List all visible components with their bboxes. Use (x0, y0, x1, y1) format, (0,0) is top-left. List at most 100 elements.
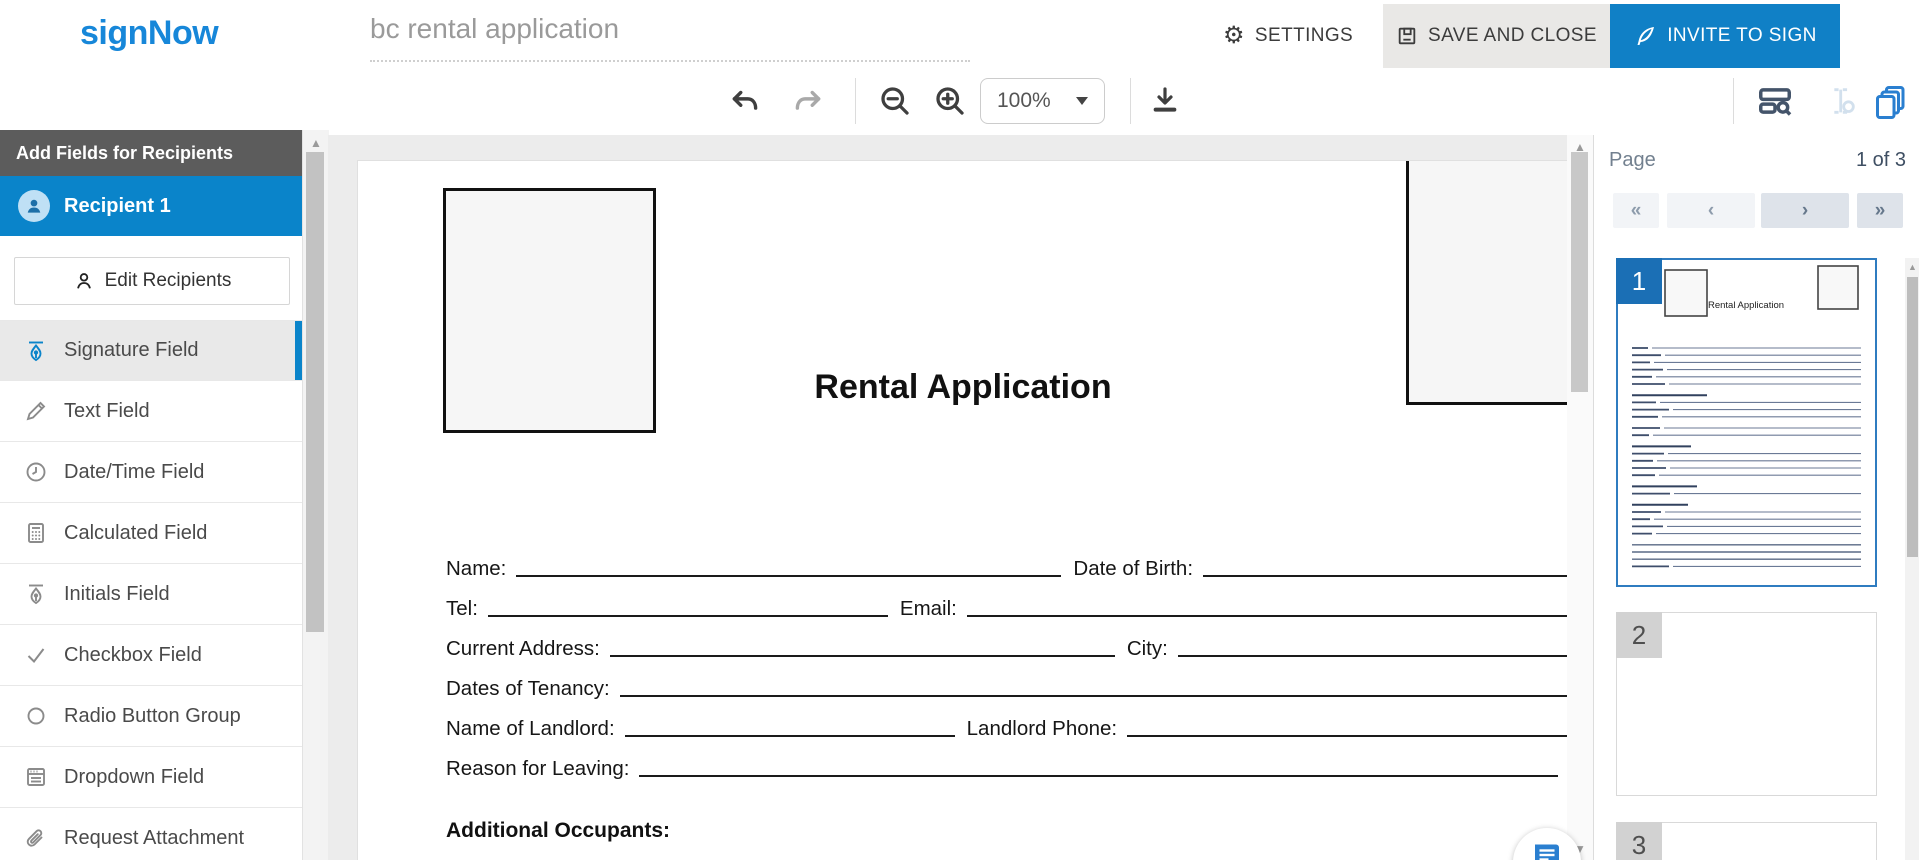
previous-page-button[interactable]: ‹ (1667, 193, 1755, 228)
top-bar: signNow bc rental application ⚙ SETTINGS… (0, 0, 1919, 69)
form-label: Name: (446, 557, 516, 581)
invite-to-sign-label: INVITE TO SIGN (1667, 25, 1817, 47)
fields-sidebar: Add Fields for Recipients Recipient 1 Ed… (0, 130, 302, 860)
field-item-radio-group[interactable]: Radio Button Group (0, 686, 302, 747)
zoom-in-button[interactable] (928, 79, 972, 123)
field-item-label: Checkbox Field (64, 644, 202, 667)
document-viewport: Rental Application Name: Date of Birth: … (328, 135, 1593, 860)
panel-scrollbar-thumb[interactable] (1907, 277, 1918, 557)
blank-line (967, 614, 1569, 617)
section-heading: Additional Occupants: (446, 819, 670, 843)
field-item-initials[interactable]: Initials Field (0, 564, 302, 625)
radio-circle-icon (24, 704, 48, 728)
field-item-label: Initials Field (64, 583, 170, 606)
form-label: Current Address: (446, 637, 610, 661)
field-item-label: Radio Button Group (64, 705, 241, 728)
blank-line (488, 614, 888, 617)
field-item-request-attachment[interactable]: Request Attachment (0, 808, 302, 860)
field-item-datetime[interactable]: Date/Time Field (0, 442, 302, 503)
sidebar-header: Add Fields for Recipients (0, 130, 302, 176)
field-item-label: Signature Field (64, 339, 199, 362)
form-label: Name of Landlord: (446, 717, 625, 741)
blank-line (516, 574, 1061, 577)
scrollbar-up-arrow[interactable]: ▲ (303, 130, 329, 150)
edit-recipients-button[interactable]: Edit Recipients (14, 257, 290, 305)
field-item-label: Date/Time Field (64, 461, 204, 484)
recipient-label: Recipient 1 (64, 195, 171, 218)
initials-pen-icon (24, 582, 48, 606)
gear-icon: ⚙ (1223, 24, 1245, 48)
settings-label: SETTINGS (1255, 25, 1353, 47)
last-page-button[interactable]: » (1857, 193, 1903, 228)
edit-recipients-label: Edit Recipients (105, 270, 232, 292)
field-item-dropdown[interactable]: Dropdown Field (0, 747, 302, 808)
zoom-level-dropdown[interactable]: 100% (980, 78, 1105, 124)
blank-line (620, 694, 1569, 697)
page-thumbnail-1[interactable]: Rental Application (1616, 258, 1877, 587)
active-accent-bar (295, 321, 302, 380)
form-label: Email: (888, 597, 967, 621)
invite-to-sign-button[interactable]: INVITE TO SIGN (1610, 4, 1840, 68)
field-item-label: Request Attachment (64, 827, 244, 850)
recipient-avatar-icon (18, 190, 50, 222)
form-label: Landlord Phone: (955, 717, 1127, 741)
field-item-signature[interactable]: Signature Field (0, 320, 302, 381)
calculator-icon (24, 521, 48, 545)
form-label: City: (1115, 637, 1178, 661)
form-label: Reason for Leaving: (446, 757, 639, 781)
form-label: Date of Birth: (1061, 557, 1203, 581)
clock-icon (24, 460, 48, 484)
undo-button[interactable] (723, 79, 767, 123)
zoom-out-button[interactable] (873, 79, 917, 123)
field-finder-button[interactable] (1752, 79, 1798, 123)
download-button[interactable] (1143, 79, 1187, 123)
page-count: 1 of 3 (1594, 149, 1906, 172)
document-page-1[interactable]: Rental Application Name: Date of Birth: … (357, 160, 1569, 860)
blank-line (610, 654, 1115, 657)
document-title-input[interactable]: bc rental application (370, 13, 970, 45)
toolbar-divider (1130, 78, 1131, 124)
save-icon (1396, 25, 1418, 47)
page-2-badge[interactable]: 2 (1616, 612, 1662, 658)
blank-line (1203, 574, 1569, 577)
signature-pen-icon (24, 339, 48, 363)
person-icon (73, 270, 95, 292)
page-3-badge[interactable]: 3 (1616, 822, 1662, 860)
field-item-label: Calculated Field (64, 522, 207, 545)
field-item-calculated[interactable]: Calculated Field (0, 503, 302, 564)
copy-pages-button[interactable] (1868, 79, 1914, 123)
blank-line (625, 734, 955, 737)
page-1-badge[interactable]: 1 (1616, 258, 1662, 304)
blank-line (639, 774, 1558, 777)
save-and-close-button[interactable]: SAVE AND CLOSE (1383, 4, 1610, 68)
redo-button[interactable] (786, 79, 830, 123)
checkmark-icon (24, 643, 48, 667)
chevron-down-icon (1076, 97, 1088, 105)
sidebar-scrollbar-thumb[interactable] (306, 152, 324, 632)
feather-icon (1633, 24, 1657, 48)
document-title-underline (370, 60, 970, 62)
toolbar-divider (1733, 78, 1734, 124)
thumbnail-title: Rental Application (1708, 300, 1784, 311)
blank-line (1178, 654, 1569, 657)
document-scrollbar-thumb[interactable] (1571, 152, 1588, 392)
document-heading: Rental Application (358, 368, 1568, 407)
toolbar-divider (855, 78, 856, 124)
dropdown-list-icon (24, 765, 48, 789)
signnow-editor: signNow bc rental application ⚙ SETTINGS… (0, 0, 1919, 860)
editor-toolbar: 100% (0, 68, 1919, 136)
recipient-1-row[interactable]: Recipient 1 (0, 176, 302, 236)
field-item-text[interactable]: Text Field (0, 381, 302, 442)
settings-button[interactable]: ⚙ SETTINGS (1213, 4, 1363, 68)
scrollbar-up-arrow[interactable]: ▲ (1905, 258, 1919, 272)
pencil-icon (24, 399, 48, 423)
signnow-logo[interactable]: signNow (80, 14, 218, 53)
comment-bubble-icon (1529, 837, 1565, 860)
pages-panel: Page 1 of 3 « ‹ › » Rental Application 1… (1593, 135, 1919, 860)
next-page-button[interactable]: › (1761, 193, 1849, 228)
field-item-checkbox[interactable]: Checkbox Field (0, 625, 302, 686)
field-item-label: Text Field (64, 400, 150, 423)
first-page-button[interactable]: « (1613, 193, 1659, 228)
field-item-label: Dropdown Field (64, 766, 204, 789)
field-settings-button-disabled[interactable] (1818, 79, 1862, 123)
